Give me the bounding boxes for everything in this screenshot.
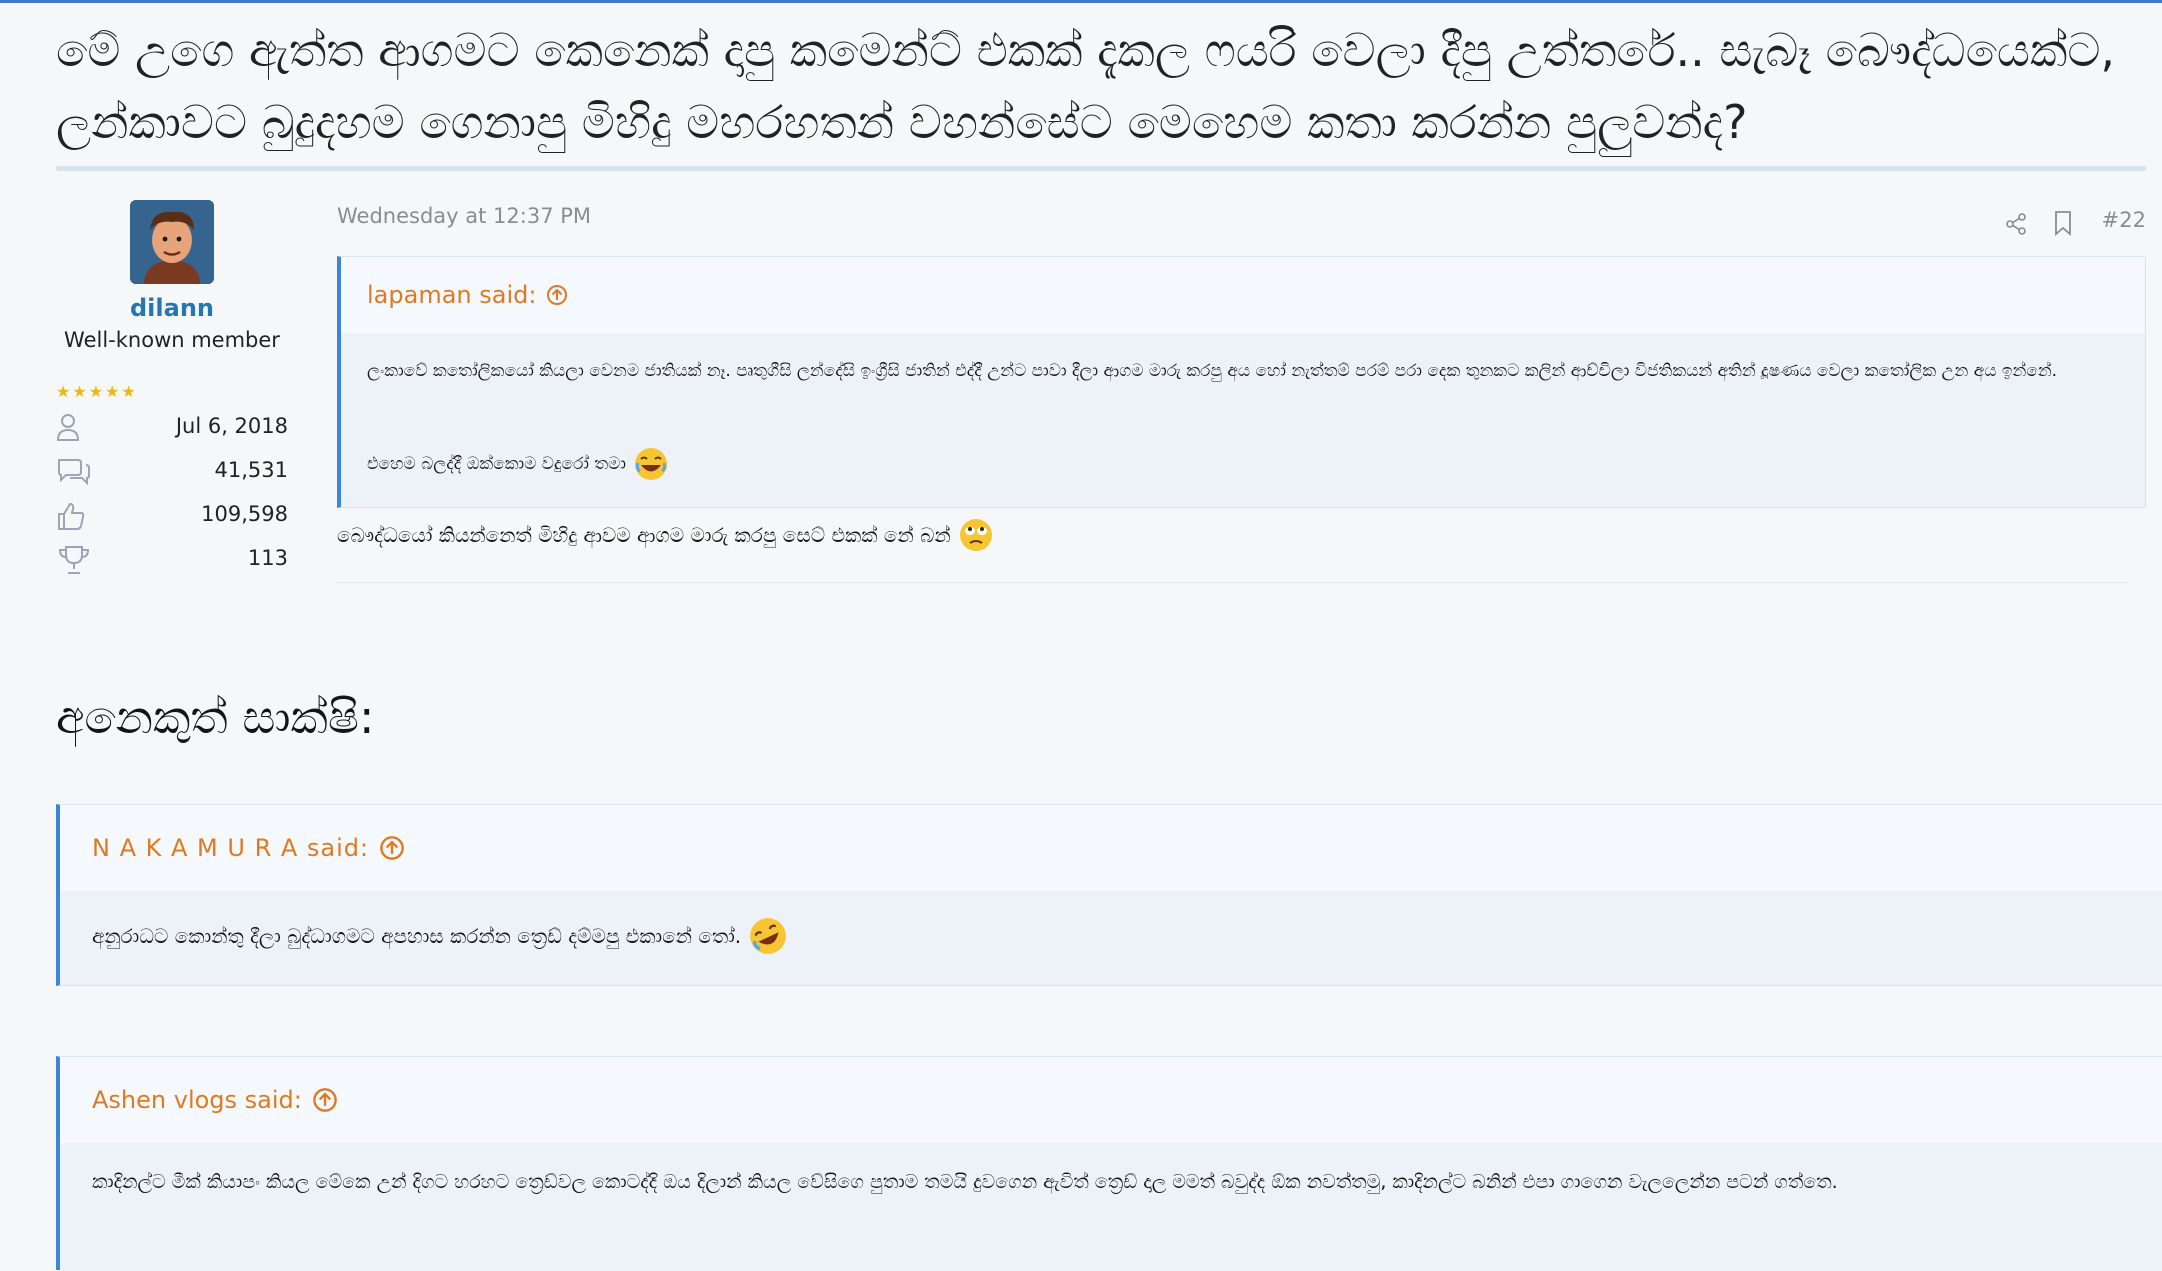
- evidence-quote-1: N A K A M U R A said: අනුරාධට කොන්තු දීල…: [56, 804, 2162, 986]
- evidence-quote-1-author[interactable]: N A K A M U R A said:: [92, 834, 369, 862]
- evidence-quote-2: Ashen vlogs said: කාදිනල්ට මීක් කියාපං ක…: [56, 1056, 2162, 1271]
- top-accent-line: [0, 0, 2162, 3]
- evidence-quote-1-text: අනුරාධට කොන්තු දීලා බුද්ධාගමට අපහාස කරන්…: [92, 924, 742, 948]
- messages-icon: [58, 459, 90, 486]
- post-actions: #22: [2006, 206, 2146, 236]
- section-heading: අනෙකුත් සාක්ෂි:: [56, 690, 375, 744]
- user-panel: dilann Well-known member ★★★★★ Jul 6, 20…: [56, 190, 288, 590]
- post-timestamp[interactable]: Wednesday at 12:37 PM: [337, 204, 591, 228]
- quote-text: ලංකාවේ කතෝලිකයෝ කියලා වෙනම ජාතියක් නෑ. ප…: [367, 361, 2058, 381]
- evidence-quote-2-header[interactable]: Ashen vlogs said:: [60, 1057, 2162, 1143]
- title-divider: [56, 166, 2146, 171]
- user-title: Well-known member: [64, 328, 280, 352]
- quote-body: ලංකාවේ කතෝලිකයෝ කියලා වෙනම ජාතියක් නෑ. ප…: [341, 333, 2145, 507]
- evidence-quote-1-header[interactable]: N A K A M U R A said:: [60, 805, 2162, 891]
- thread-title: මේ උගෙ ඇත්ත ආගමට කෙනෙක් දාපු කමෙන්ට් එකක…: [56, 23, 2116, 149]
- go-to-quote-icon[interactable]: [312, 1087, 338, 1113]
- stat-points: 113: [56, 544, 288, 580]
- quote-header[interactable]: lapaman said:: [341, 257, 2145, 333]
- rofl-emoji-icon: [750, 918, 787, 954]
- evidence-quote-2-author[interactable]: Ashen vlogs said:: [92, 1086, 302, 1114]
- joined-date: Jul 6, 2018: [175, 414, 288, 438]
- user-avatar[interactable]: [130, 200, 214, 284]
- trophy-icon: [58, 546, 90, 574]
- evidence-quote-1-body: අනුරාධට කොන්තු දීලා බුද්ධාගමට අපහාස කරන්…: [60, 891, 2162, 985]
- avatar-image: [130, 200, 214, 284]
- evidence-quote-1-line: අනුරාධට කොන්තු දීලා බුද්ධාගමට අපහාස කරන්…: [92, 917, 787, 955]
- quote-block: lapaman said: ලංකාවේ කතෝලිකයෝ කියලා වෙනම…: [337, 256, 2146, 508]
- reply-text: බෞද්ධයෝ කියන්නෙත් මිහිදු ආවම ආගම මාරු කර…: [337, 523, 951, 547]
- quote-text-line: එහෙම බලද්දී ඔක්කොම වදුරෝ තමා: [367, 447, 668, 481]
- post-number[interactable]: #22: [2102, 208, 2146, 232]
- user-icon: [56, 414, 80, 441]
- post-divider: [337, 582, 2127, 583]
- laughing-emoji-icon: [634, 448, 667, 480]
- reply-line: බෞද්ධයෝ කියන්නෙත් මිහිදු ආවම ආගම මාරු කර…: [337, 518, 993, 552]
- eye-roll-emoji-icon: [959, 519, 992, 551]
- messages-count: 41,531: [214, 458, 288, 482]
- thumbs-up-icon: [58, 502, 85, 530]
- stat-joined: Jul 6, 2018: [56, 412, 288, 448]
- message-column: Wednesday at 12:37 PM #22 lapaman said:: [337, 190, 2146, 590]
- stat-messages: 41,531: [56, 456, 288, 492]
- username-link[interactable]: dilann: [56, 294, 288, 322]
- share-icon[interactable]: [2004, 212, 2028, 236]
- go-to-quote-icon[interactable]: [546, 284, 568, 306]
- reactions-count: 109,598: [201, 502, 288, 526]
- evidence-quote-2-body: කාදිනල්ට මීක් කියාපං කියල මේකෙ උන් දිගට …: [60, 1143, 2162, 1271]
- stat-reactions: 109,598: [56, 500, 288, 536]
- rating-stars: ★★★★★: [56, 382, 138, 401]
- quote-text-2: එහෙම බලද්දී ඔක්කොම වදුරෝ තමා: [367, 454, 626, 474]
- bookmark-icon[interactable]: [2052, 210, 2074, 236]
- forum-post: dilann Well-known member ★★★★★ Jul 6, 20…: [56, 190, 2146, 590]
- points-count: 113: [247, 546, 288, 570]
- go-to-quote-icon[interactable]: [379, 835, 405, 861]
- evidence-quote-2-text: කාදිනල්ට මීක් කියාපං කියල මේකෙ උන් දිගට …: [92, 1171, 1838, 1193]
- quote-author[interactable]: lapaman said:: [367, 281, 536, 309]
